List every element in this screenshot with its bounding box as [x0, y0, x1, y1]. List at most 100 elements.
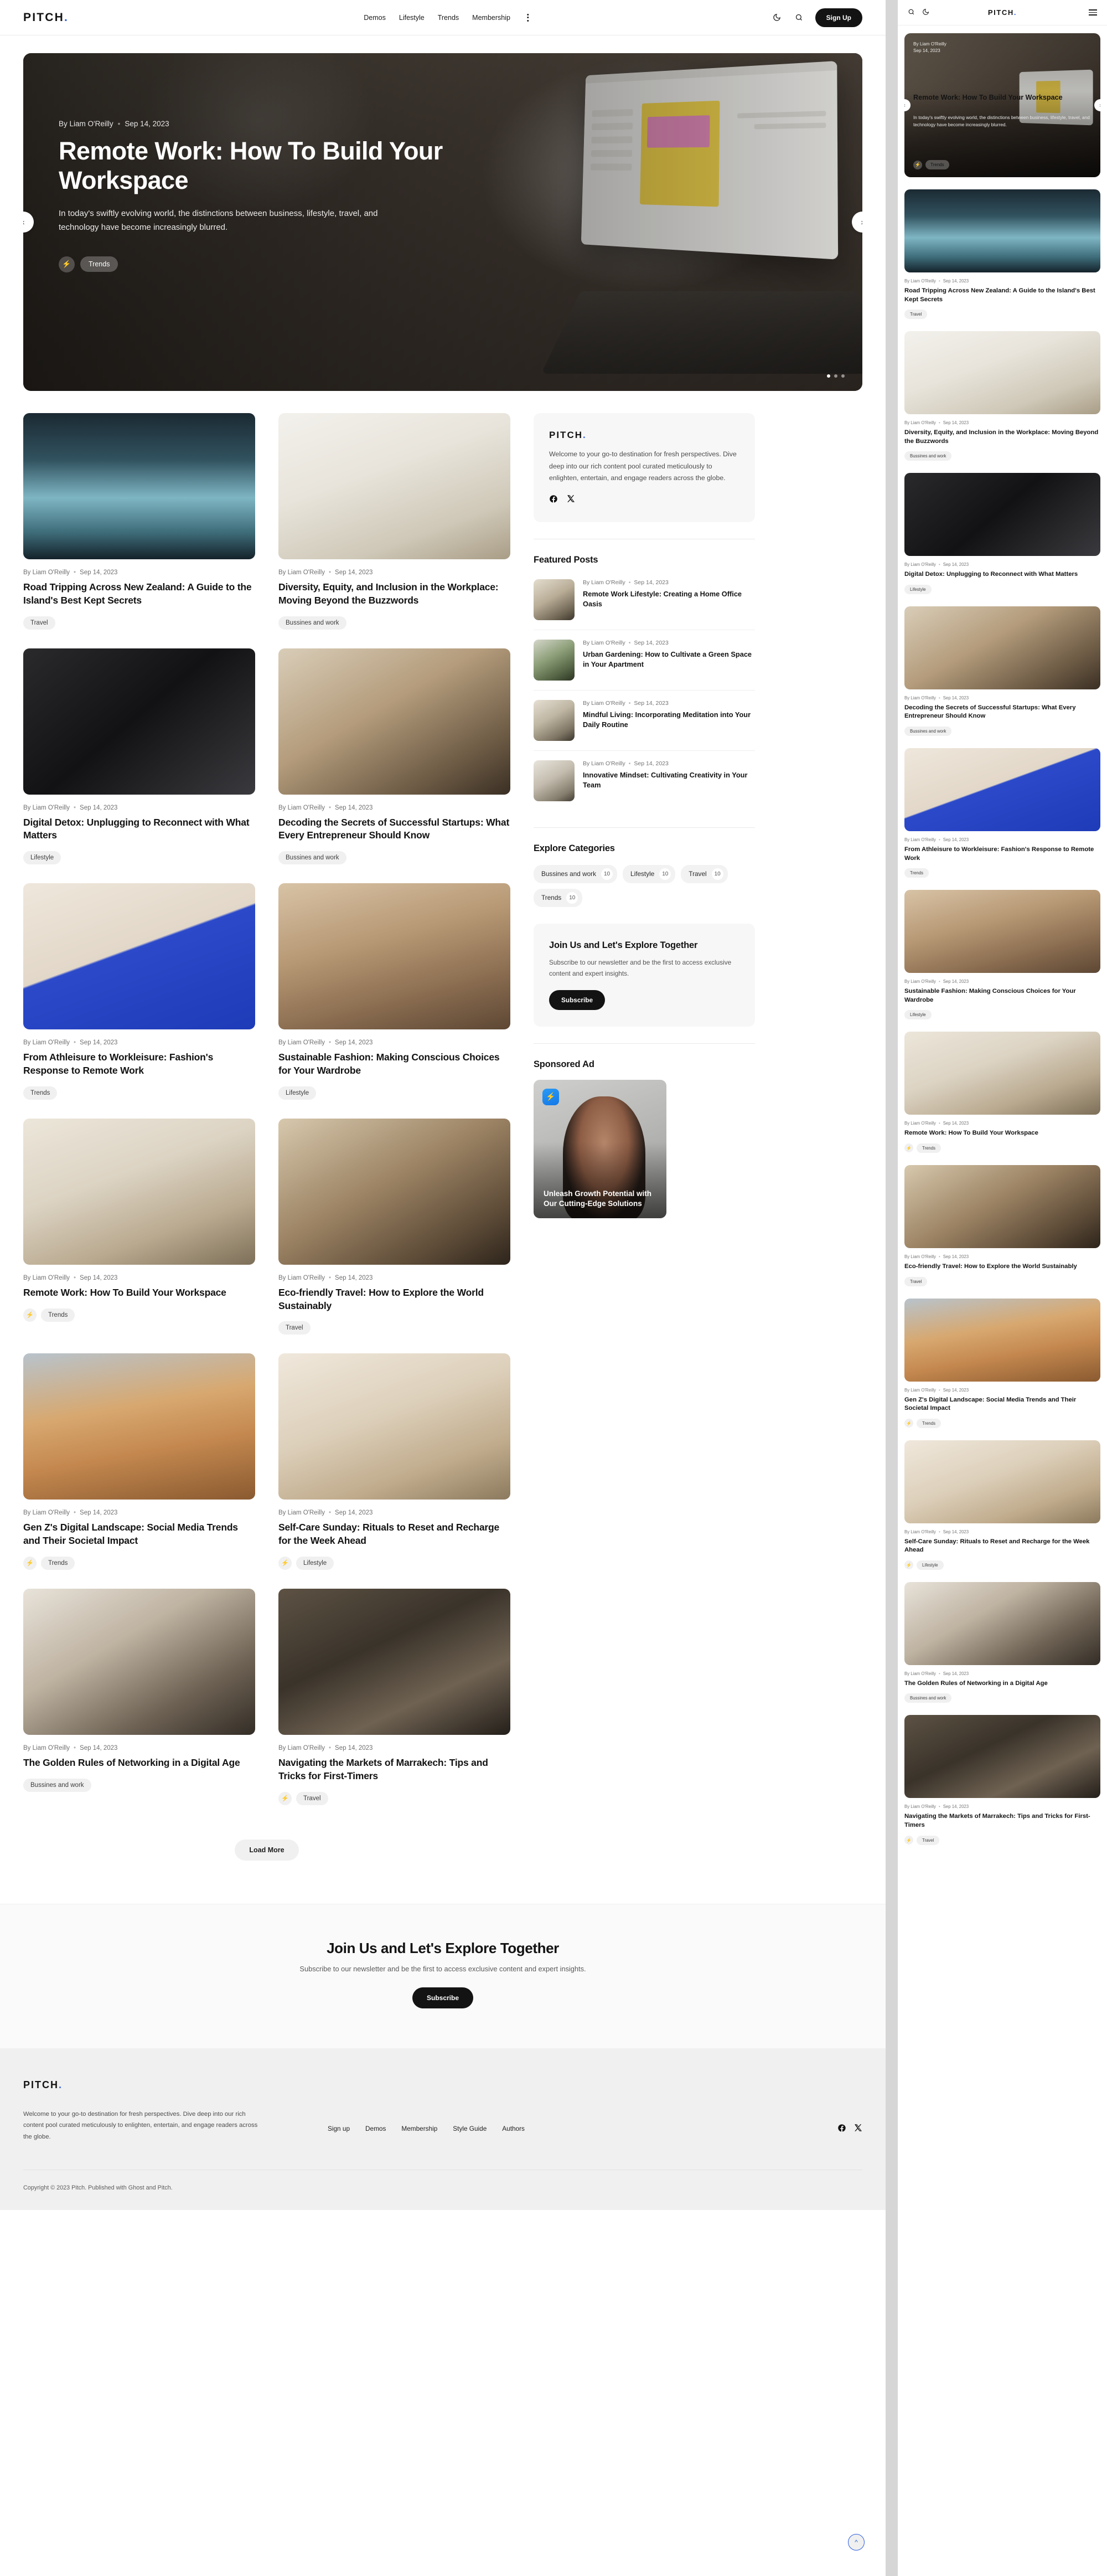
mobile-post-title[interactable]: Gen Z's Digital Landscape: Social Media … [904, 1396, 1100, 1413]
post-card[interactable]: By Liam O'Reilly • Sep 14, 2023 Navigating … [278, 1588, 510, 1805]
nav-item-membership[interactable]: Membership [472, 14, 510, 22]
mobile-post-thumbnail[interactable] [904, 1581, 1100, 1665]
back-to-top-button[interactable]: ^ [848, 2534, 865, 2551]
mobile-post-card[interactable]: By Liam O'Reilly • Sep 14, 2023 From Athlei… [904, 748, 1100, 878]
post-tag[interactable]: Travel [296, 1791, 328, 1805]
post-tag[interactable]: Lifestyle [23, 851, 61, 865]
post-card[interactable]: By Liam O'Reilly • Sep 14, 2023 From Athlei… [23, 883, 255, 1100]
sign-up-button[interactable]: Sign Up [815, 8, 862, 27]
post-thumbnail[interactable] [23, 883, 255, 1030]
post-thumbnail[interactable] [23, 1588, 255, 1735]
mobile-post-thumbnail[interactable] [904, 1032, 1100, 1115]
post-title[interactable]: Self-Care Sunday: Rituals to Reset and R… [278, 1521, 510, 1548]
post-thumbnail[interactable] [23, 648, 255, 795]
mobile-post-tag[interactable]: Travel [904, 310, 928, 320]
hero-dot-2[interactable] [834, 374, 837, 378]
post-title[interactable]: Sustainable Fashion: Making Conscious Ch… [278, 1051, 510, 1078]
mobile-post-thumbnail[interactable] [904, 331, 1100, 415]
mobile-post-thumbnail[interactable] [904, 1715, 1100, 1799]
mobile-post-tag[interactable]: Lifestyle [904, 1010, 932, 1020]
mobile-post-thumbnail[interactable] [904, 1298, 1100, 1382]
featured-post-title[interactable]: Mindful Living: Incorporating Meditation… [583, 710, 755, 730]
mobile-post-tag[interactable]: Travel [904, 1276, 928, 1286]
mobile-post-title[interactable]: Self-Care Sunday: Rituals to Reset and R… [904, 1538, 1100, 1555]
mobile-post-card[interactable]: By Liam O'Reilly • Sep 14, 2023 The Golden … [904, 1581, 1100, 1703]
mobile-post-tag[interactable]: Trends [904, 868, 929, 878]
footer-link-2[interactable]: Membership [401, 2125, 437, 2132]
post-card[interactable]: By Liam O'Reilly • Sep 14, 2023 Road Trippi… [23, 413, 255, 630]
post-card[interactable]: By Liam O'Reilly • Sep 14, 2023 The Golden … [23, 1588, 255, 1805]
footer-logo[interactable]: PITCH. [23, 2079, 261, 2091]
post-thumbnail[interactable] [278, 648, 510, 795]
footer-link-3[interactable]: Style Guide [453, 2125, 487, 2132]
mobile-post-tag[interactable]: Trends [917, 1143, 941, 1153]
load-more-button[interactable]: Load More [235, 1839, 299, 1861]
sponsored-ad-card[interactable]: ⚡ Unleash Growth Potential with Our Cutt… [534, 1079, 666, 1218]
more-menu-icon[interactable] [524, 12, 532, 24]
post-card[interactable]: By Liam O'Reilly • Sep 14, 2023 Digital Det… [23, 648, 255, 865]
post-title[interactable]: Remote Work: How To Build Your Workspace [23, 1286, 255, 1300]
post-card[interactable]: By Liam O'Reilly • Sep 14, 2023 Decoding th… [278, 648, 510, 865]
x-twitter-icon[interactable] [567, 494, 575, 506]
site-logo[interactable]: PITCH. [23, 11, 69, 24]
footer-link-1[interactable]: Demos [365, 2125, 386, 2132]
facebook-icon[interactable] [549, 494, 558, 506]
post-card[interactable]: By Liam O'Reilly • Sep 14, 2023 Diversity, … [278, 413, 510, 630]
post-title[interactable]: Eco-friendly Travel: How to Explore the … [278, 1286, 510, 1313]
mobile-post-title[interactable]: Eco-friendly Travel: How to Explore the … [904, 1263, 1100, 1271]
facebook-icon[interactable] [837, 2124, 846, 2135]
mobile-post-tag[interactable]: Bussines and work [904, 727, 952, 736]
x-twitter-icon[interactable] [854, 2124, 862, 2135]
mobile-post-thumbnail[interactable] [904, 1165, 1100, 1248]
mobile-post-card[interactable]: By Liam O'Reilly • Sep 14, 2023 Diversity, … [904, 331, 1100, 461]
featured-post-title[interactable]: Innovative Mindset: Cultivating Creativi… [583, 770, 755, 790]
post-thumbnail[interactable] [23, 1118, 255, 1265]
featured-post-title[interactable]: Remote Work Lifestyle: Creating a Home O… [583, 589, 755, 609]
post-title[interactable]: From Athleisure to Workleisure: Fashion'… [23, 1051, 255, 1078]
mobile-post-title[interactable]: From Athleisure to Workleisure: Fashion'… [904, 846, 1100, 863]
mobile-post-tag[interactable]: Bussines and work [904, 451, 952, 461]
mobile-post-title[interactable]: Decoding the Secrets of Successful Start… [904, 704, 1100, 721]
post-tag[interactable]: Trends [41, 1556, 75, 1570]
post-tag[interactable]: Lifestyle [296, 1556, 334, 1570]
post-title[interactable]: Diversity, Equity, and Inclusion in the … [278, 581, 510, 607]
featured-post-item[interactable]: By Liam O'Reilly • Sep 14, 2023 Remote Work… [534, 570, 755, 630]
mobile-post-thumbnail[interactable] [904, 890, 1100, 973]
mobile-post-title[interactable]: Road Tripping Across New Zealand: A Guid… [904, 287, 1100, 304]
post-tag[interactable]: Trends [41, 1308, 75, 1322]
post-card[interactable]: By Liam O'Reilly • Sep 14, 2023 Eco-friendl… [278, 1118, 510, 1335]
mobile-post-card[interactable]: By Liam O'Reilly • Sep 14, 2023 Self-Care S… [904, 1440, 1100, 1570]
post-tag[interactable]: Trends [23, 1086, 58, 1100]
mobile-post-card[interactable]: By Liam O'Reilly • Sep 14, 2023 Decoding th… [904, 606, 1100, 736]
post-tag[interactable]: Travel [23, 616, 55, 630]
post-tag[interactable]: Lifestyle [278, 1086, 317, 1100]
featured-post-item[interactable]: By Liam O'Reilly • Sep 14, 2023 Urban Garde… [534, 630, 755, 691]
post-card[interactable]: By Liam O'Reilly • Sep 14, 2023 Sustainable… [278, 883, 510, 1100]
post-thumbnail[interactable] [278, 1353, 510, 1500]
mobile-hero-tag[interactable]: Trends [925, 160, 949, 169]
hero-dot-3[interactable] [841, 374, 845, 378]
mobile-post-card[interactable]: By Liam O'Reilly • Sep 14, 2023 Navigating … [904, 1715, 1100, 1845]
mobile-post-tag[interactable]: Lifestyle [904, 584, 932, 594]
mobile-post-thumbnail[interactable] [904, 1440, 1100, 1523]
category-chip[interactable]: Bussines and work 10 [534, 864, 618, 883]
search-icon[interactable] [908, 8, 915, 17]
mobile-logo[interactable]: PITCH. [988, 8, 1017, 17]
mobile-post-thumbnail[interactable] [904, 473, 1100, 557]
mobile-post-thumbnail[interactable] [904, 748, 1100, 832]
category-chip[interactable]: Lifestyle 10 [623, 864, 676, 883]
post-thumbnail[interactable] [23, 1353, 255, 1500]
mobile-post-tag[interactable]: Lifestyle [917, 1560, 944, 1570]
mobile-post-title[interactable]: Sustainable Fashion: Making Conscious Ch… [904, 987, 1100, 1004]
footer-link-0[interactable]: Sign up [328, 2125, 350, 2132]
mobile-post-title[interactable]: The Golden Rules of Networking in a Digi… [904, 1679, 1100, 1688]
mobile-post-card[interactable]: By Liam O'Reilly • Sep 14, 2023 Road Trippi… [904, 189, 1100, 320]
mobile-post-title[interactable]: Navigating the Markets of Marrakech: Tip… [904, 1812, 1100, 1830]
post-tag[interactable]: Bussines and work [278, 851, 346, 865]
post-title[interactable]: Decoding the Secrets of Successful Start… [278, 816, 510, 843]
category-chip[interactable]: Travel 10 [681, 864, 728, 883]
search-icon[interactable] [793, 12, 805, 24]
mobile-post-card[interactable]: By Liam O'Reilly • Sep 14, 2023 Remote Work… [904, 1032, 1100, 1153]
mobile-post-title[interactable]: Diversity, Equity, and Inclusion in the … [904, 429, 1100, 446]
mobile-post-thumbnail[interactable] [904, 606, 1100, 689]
